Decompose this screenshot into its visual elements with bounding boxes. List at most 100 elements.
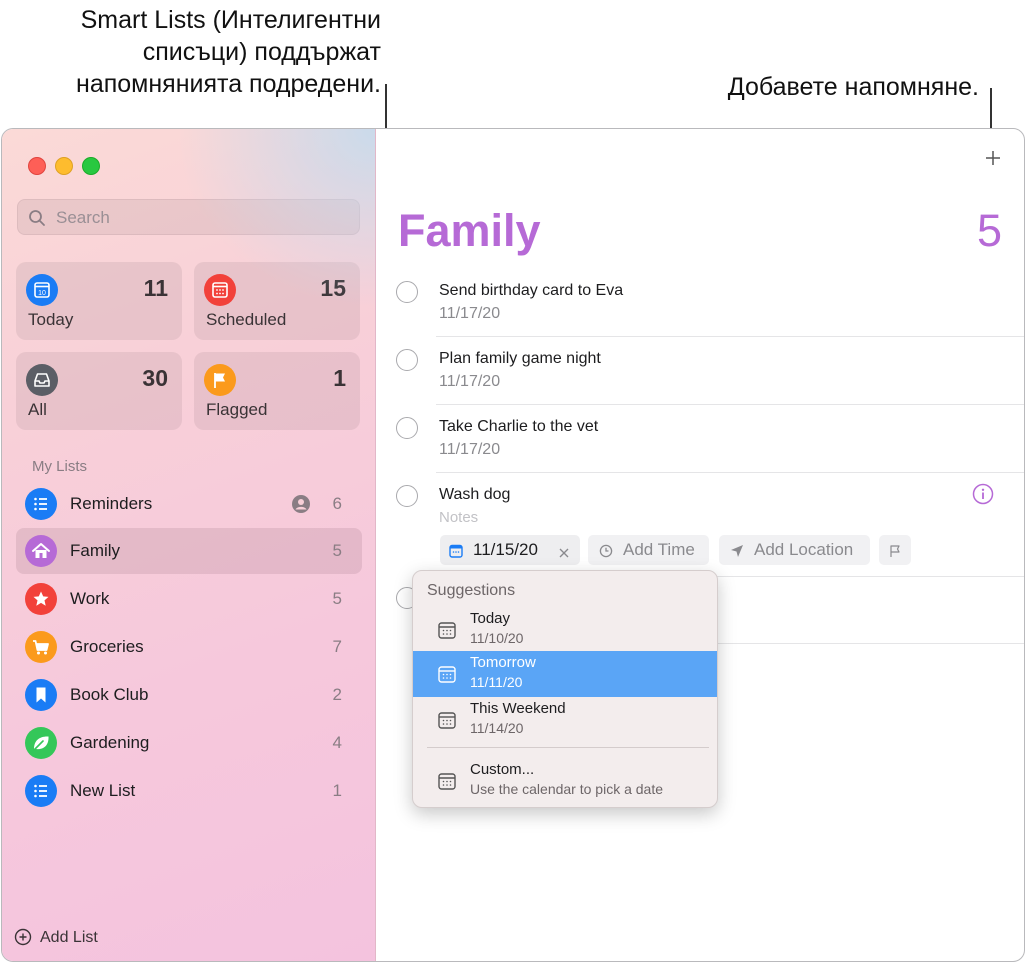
reminder-checkbox[interactable]	[396, 485, 418, 507]
reminder-title[interactable]: Send birthday card to Eva	[439, 282, 623, 300]
sidebar-item-count: 5	[332, 541, 342, 560]
sidebar-item-label: Book Club	[70, 685, 149, 704]
sidebar-item-count: 4	[332, 733, 342, 752]
suggestion-desc: Use the calendar to pick a date	[470, 781, 664, 797]
add-list-label: Add List	[40, 929, 98, 946]
calendar-icon	[438, 711, 456, 734]
info-icon[interactable]	[972, 483, 994, 510]
suggestion-date: 11/11/20	[470, 674, 523, 690]
smart-list-scheduled[interactable]: 15 Scheduled	[194, 262, 360, 340]
smart-list-all[interactable]: 30 All	[16, 352, 182, 430]
reminder-title[interactable]: Plan family game night	[439, 350, 601, 368]
clock-icon	[599, 543, 613, 563]
minimize-window-button[interactable]	[55, 157, 73, 175]
sidebar-item-groceries[interactable]: Groceries 7	[16, 624, 362, 670]
smart-list-flagged[interactable]: 1 Flagged	[194, 352, 360, 430]
leaf-icon	[25, 727, 57, 759]
sidebar-item-new-list[interactable]: New List 1	[16, 768, 362, 814]
list-bullet-icon	[25, 488, 57, 520]
suggestion-item-custom[interactable]: Custom... Use the calendar to pick a dat…	[413, 758, 717, 804]
bookmark-icon	[25, 679, 57, 711]
suggestion-name: Today	[470, 610, 511, 627]
row-divider	[436, 336, 1024, 337]
sidebar-item-book-club[interactable]: Book Club 2	[16, 672, 362, 718]
suggestion-item[interactable]: Today 11/10/20	[413, 607, 717, 653]
star-icon	[25, 583, 57, 615]
smart-list-count: 15	[320, 275, 346, 301]
sidebar-item-gardening[interactable]: Gardening 4	[16, 720, 362, 766]
tray-icon	[26, 364, 58, 396]
flag-icon	[888, 543, 902, 563]
reminder-checkbox[interactable]	[396, 281, 418, 303]
plus-icon	[986, 151, 1000, 165]
sidebar-item-count: 1	[332, 781, 342, 800]
list-bullet-icon	[25, 775, 57, 807]
add-location-button[interactable]: Add Location	[719, 535, 870, 565]
notes-field[interactable]: Notes	[439, 509, 478, 526]
calendar-icon	[438, 772, 456, 795]
callout-line: напомнянията подредени.	[76, 70, 381, 98]
smart-list-count: 1	[333, 365, 346, 391]
sidebar-item-label: New List	[70, 781, 136, 800]
search-field[interactable]	[17, 199, 360, 236]
smart-list-label: All	[28, 400, 47, 419]
reminder-checkbox[interactable]	[396, 417, 418, 439]
svg-text:10: 10	[38, 290, 46, 297]
sidebar-item-family[interactable]: Family 5	[16, 528, 362, 574]
date-chip-label: 11/15/20	[473, 540, 538, 559]
suggestion-item-highlighted[interactable]: Tomorrow 11/11/20	[413, 651, 717, 697]
add-location-label: Add Location	[754, 540, 854, 559]
calendar-day-icon: 10	[26, 274, 58, 306]
suggestion-name: Tomorrow	[470, 654, 536, 671]
calendar-icon	[438, 665, 456, 688]
reminder-date: 11/17/20	[439, 305, 501, 322]
house-icon	[25, 535, 57, 567]
callout-line: Smart Lists (Интелигентни	[80, 6, 381, 34]
suggestion-name: Custom...	[470, 761, 535, 778]
reminder-checkbox[interactable]	[396, 349, 418, 371]
add-list-button[interactable]: Add List	[14, 928, 98, 951]
reminder-title[interactable]: Take Charlie to the vet	[439, 418, 598, 436]
sidebar-item-count: 5	[332, 589, 342, 608]
smart-list-label: Today	[28, 310, 74, 329]
zoom-window-button[interactable]	[82, 157, 100, 175]
search-input[interactable]	[54, 200, 348, 236]
calendar-icon	[204, 274, 236, 306]
sidebar-item-count: 6	[332, 494, 342, 513]
callout-add-reminder: Добавете напомняне.	[727, 73, 979, 101]
list-title: Family	[398, 205, 541, 256]
suggestion-name: This Weekend	[470, 700, 566, 717]
popup-separator	[427, 747, 709, 748]
suggestions-heading: Suggestions	[427, 582, 516, 599]
reminder-date: 11/17/20	[439, 441, 501, 458]
sidebar-item-label: Family	[70, 541, 121, 560]
date-chip[interactable]: 11/15/20	[440, 535, 580, 565]
add-time-label: Add Time	[623, 540, 695, 559]
smart-list-label: Flagged	[206, 400, 268, 419]
search-icon	[28, 209, 46, 232]
sidebar-item-label: Groceries	[70, 637, 144, 656]
callout-line: списъци) поддържат	[142, 38, 381, 66]
sidebar-item-reminders[interactable]: Reminders 6	[16, 481, 362, 527]
sidebar-item-label: Work	[70, 589, 110, 608]
add-time-button[interactable]: Add Time	[588, 535, 709, 565]
close-window-button[interactable]	[28, 157, 46, 175]
suggestion-date: 11/10/20	[470, 630, 524, 646]
reminder-title[interactable]: Wash dog	[439, 486, 510, 504]
list-count: 5	[976, 205, 1002, 256]
my-lists-heading: My Lists	[32, 458, 88, 475]
smart-list-label: Scheduled	[206, 310, 287, 329]
sidebar-item-label: Reminders	[70, 494, 153, 513]
add-reminder-button[interactable]	[984, 143, 1002, 174]
smart-list-today[interactable]: 10 11 Today	[16, 262, 182, 340]
sidebar-item-work[interactable]: Work 5	[16, 576, 362, 622]
main-pane: Family 5 Send birthday card to Eva 11/17…	[376, 129, 1024, 961]
sidebar-item-count: 2	[332, 685, 342, 704]
sidebar-item-label: Gardening	[70, 733, 150, 752]
suggestion-item[interactable]: This Weekend 11/14/20	[413, 697, 717, 743]
cart-icon	[25, 631, 57, 663]
flag-button[interactable]	[879, 535, 911, 565]
smart-list-count: 30	[142, 365, 168, 391]
clear-date-icon[interactable]	[558, 544, 570, 564]
shared-person-icon	[292, 495, 310, 518]
